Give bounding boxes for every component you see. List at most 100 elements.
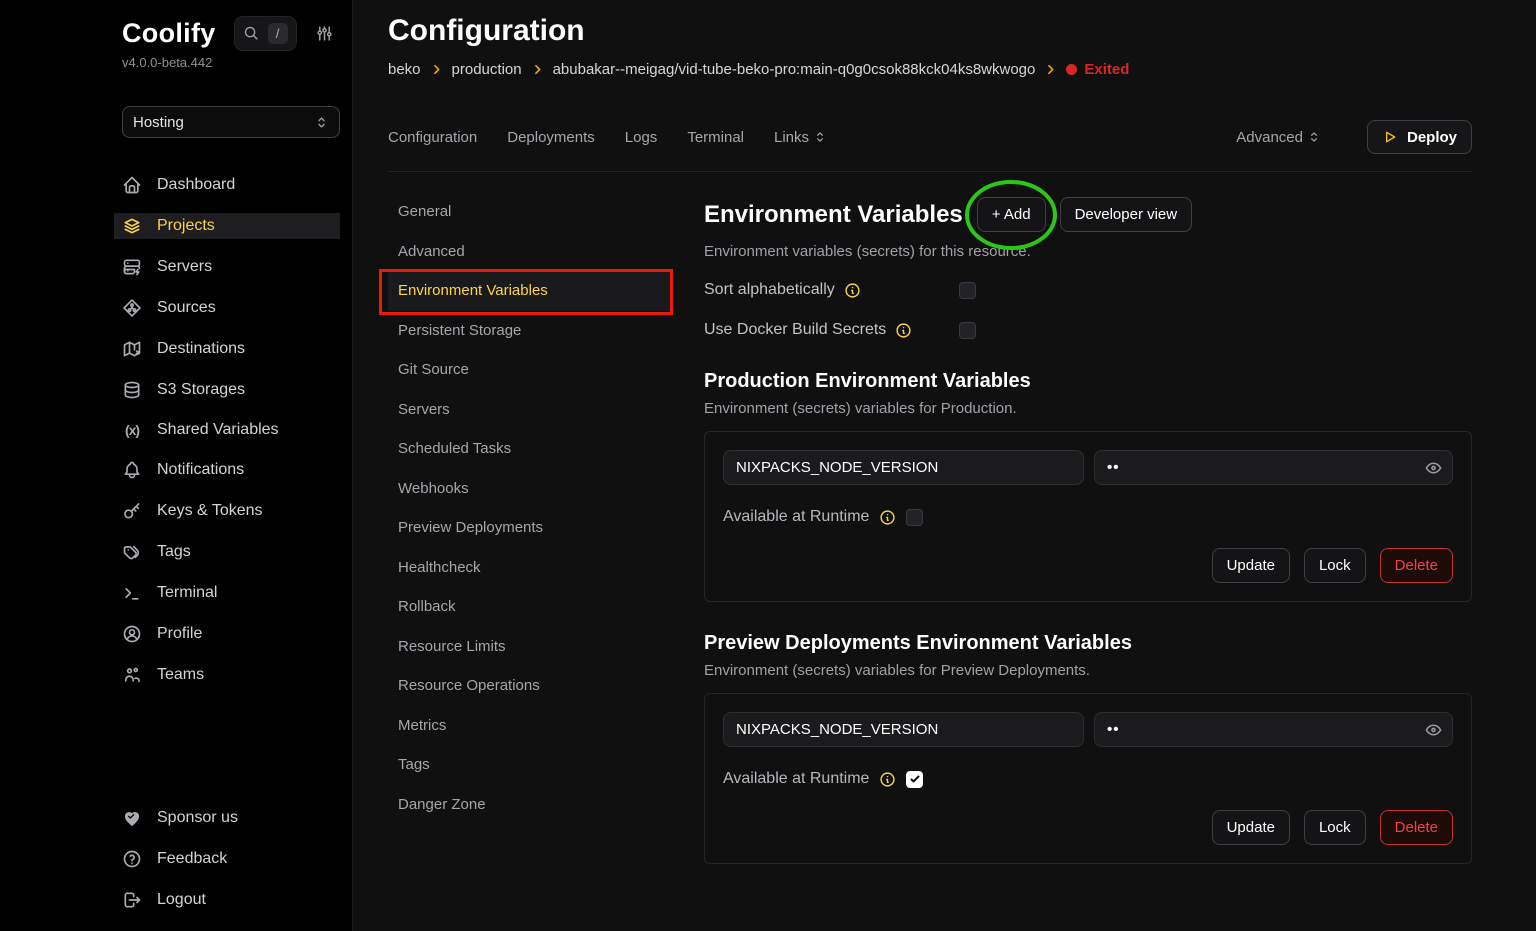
tab-terminal[interactable]: Terminal — [687, 129, 744, 146]
sidebar-item-projects[interactable]: Projects — [114, 213, 340, 239]
sidebar-item-profile[interactable]: Profile — [114, 621, 340, 647]
chevron-right-icon — [1044, 63, 1057, 76]
subnav-item-advanced[interactable]: Advanced — [388, 232, 673, 272]
update-button[interactable]: Update — [1212, 548, 1290, 583]
app-window: Coolify / v4.0.0-beta.442 Hosting Dashbo… — [0, 0, 1536, 931]
eye-icon[interactable] — [1424, 458, 1443, 477]
sidebar-item-label: Projects — [157, 217, 215, 235]
sidebar-item-servers[interactable]: Servers — [114, 254, 340, 280]
tab-deployments[interactable]: Deployments — [507, 129, 595, 146]
developer-view-button[interactable]: Developer view — [1060, 197, 1193, 232]
settings-sliders-icon[interactable] — [315, 24, 334, 43]
subnav-item-preview-deployments[interactable]: Preview Deployments — [388, 508, 673, 548]
subnav-item-general[interactable]: General — [388, 192, 673, 232]
info-icon — [879, 771, 896, 788]
subnav-item-webhooks[interactable]: Webhooks — [388, 469, 673, 509]
status-badge: Exited — [1066, 61, 1129, 78]
logout-icon — [122, 890, 142, 910]
delete-button[interactable]: Delete — [1380, 548, 1453, 583]
tab-logs[interactable]: Logs — [625, 129, 658, 146]
subnav-item-metrics[interactable]: Metrics — [388, 706, 673, 746]
subnav-item-resource-operations[interactable]: Resource Operations — [388, 666, 673, 706]
config-subnav: General Advanced Environment Variables P… — [388, 192, 673, 864]
sidebar-item-label: Terminal — [157, 584, 217, 602]
git-source-icon — [122, 298, 142, 318]
tab-configuration[interactable]: Configuration — [388, 129, 477, 146]
sidebar-item-label: Teams — [157, 666, 204, 684]
lock-button[interactable]: Lock — [1304, 548, 1366, 583]
status-dot-icon — [1066, 64, 1077, 75]
tabbar: Configuration Deployments Logs Terminal … — [388, 120, 1472, 172]
sidebar-item-feedback[interactable]: Feedback — [114, 846, 340, 872]
eye-icon[interactable] — [1424, 720, 1443, 739]
available-at-runtime-row: Available at Runtime — [723, 770, 1453, 788]
sidebar-item-terminal[interactable]: Terminal — [114, 580, 340, 606]
breadcrumb-environment[interactable]: production — [452, 61, 522, 78]
global-search-button[interactable]: / — [234, 16, 297, 51]
variable-icon: (x) — [122, 422, 142, 438]
breadcrumb-resource[interactable]: abubakar--meigag/vid-tube-beko-pro:main-… — [553, 61, 1036, 78]
delete-button[interactable]: Delete — [1380, 810, 1453, 845]
layers-icon — [122, 216, 142, 236]
subnav-item-danger-zone[interactable]: Danger Zone — [388, 785, 673, 825]
subnav-item-tags[interactable]: Tags — [388, 745, 673, 785]
sort-alphabetically-label: Sort alphabetically — [704, 281, 835, 299]
home-icon — [122, 175, 142, 195]
variable-name-input[interactable] — [723, 712, 1084, 747]
breadcrumb-project[interactable]: beko — [388, 61, 421, 78]
sidebar-item-label: Destinations — [157, 340, 245, 358]
deploy-button[interactable]: Deploy — [1367, 120, 1472, 154]
team-select-value: Hosting — [133, 114, 184, 131]
update-button[interactable]: Update — [1212, 810, 1290, 845]
docker-build-secrets-label: Use Docker Build Secrets — [704, 321, 886, 339]
sidebar-item-keys-tokens[interactable]: Keys & Tokens — [114, 498, 340, 524]
app-logo: Coolify — [122, 18, 216, 49]
env-variable-card: Available at Runtime Update Lock Delete — [704, 693, 1472, 864]
sidebar-item-sources[interactable]: Sources — [114, 295, 340, 321]
variable-value-input[interactable] — [1094, 712, 1453, 747]
deploy-button-label: Deploy — [1407, 129, 1457, 146]
lock-button[interactable]: Lock — [1304, 810, 1366, 845]
advanced-dropdown[interactable]: Advanced — [1236, 129, 1321, 146]
variable-name-input[interactable] — [723, 450, 1084, 485]
available-at-runtime-row: Available at Runtime — [723, 508, 1453, 526]
sidebar: Coolify / v4.0.0-beta.442 Hosting Dashbo… — [0, 0, 353, 931]
subnav-item-scheduled-tasks[interactable]: Scheduled Tasks — [388, 429, 673, 469]
subnav-item-servers[interactable]: Servers — [388, 390, 673, 430]
docker-build-secrets-checkbox[interactable] — [959, 322, 976, 339]
add-variable-button[interactable]: + Add — [977, 197, 1046, 232]
sidebar-item-label: Sponsor us — [157, 809, 238, 827]
variable-value-input[interactable] — [1094, 450, 1453, 485]
available-at-runtime-checkbox[interactable] — [906, 509, 923, 526]
subnav-item-persistent-storage[interactable]: Persistent Storage — [388, 311, 673, 351]
app-version: v4.0.0-beta.442 — [122, 55, 340, 70]
subnav-item-git-source[interactable]: Git Source — [388, 350, 673, 390]
sidebar-item-teams[interactable]: Teams — [114, 662, 340, 688]
sidebar-item-notifications[interactable]: Notifications — [114, 457, 340, 483]
database-icon — [122, 380, 142, 400]
tag-icon — [122, 542, 142, 562]
content: General Advanced Environment Variables P… — [388, 192, 1472, 864]
sidebar-item-shared-variables[interactable]: (x) Shared Variables — [114, 418, 340, 442]
subnav-item-healthcheck[interactable]: Healthcheck — [388, 548, 673, 588]
sort-alphabetically-row: Sort alphabetically — [704, 280, 1472, 300]
map-icon — [122, 339, 142, 359]
chevron-up-down-icon — [813, 130, 827, 144]
breadcrumb: beko production abubakar--meigag/vid-tub… — [388, 61, 1472, 78]
sort-alphabetically-checkbox[interactable] — [959, 282, 976, 299]
sidebar-item-dashboard[interactable]: Dashboard — [114, 172, 340, 198]
sidebar-item-label: Sources — [157, 299, 216, 317]
available-at-runtime-checkbox[interactable] — [906, 771, 923, 788]
server-icon — [122, 257, 142, 277]
sidebar-item-tags[interactable]: Tags — [114, 539, 340, 565]
subnav-item-environment-variables[interactable]: Environment Variables — [388, 271, 673, 311]
sidebar-item-sponsor[interactable]: Sponsor us — [114, 805, 340, 831]
tab-links[interactable]: Links — [774, 129, 827, 146]
subnav-item-rollback[interactable]: Rollback — [388, 587, 673, 627]
team-select[interactable]: Hosting — [122, 106, 340, 138]
sidebar-item-logout[interactable]: Logout — [114, 887, 340, 913]
sidebar-item-s3-storages[interactable]: S3 Storages — [114, 377, 340, 403]
sidebar-footer: Sponsor us Feedback Logout — [114, 805, 340, 913]
subnav-item-resource-limits[interactable]: Resource Limits — [388, 627, 673, 667]
sidebar-item-destinations[interactable]: Destinations — [114, 336, 340, 362]
